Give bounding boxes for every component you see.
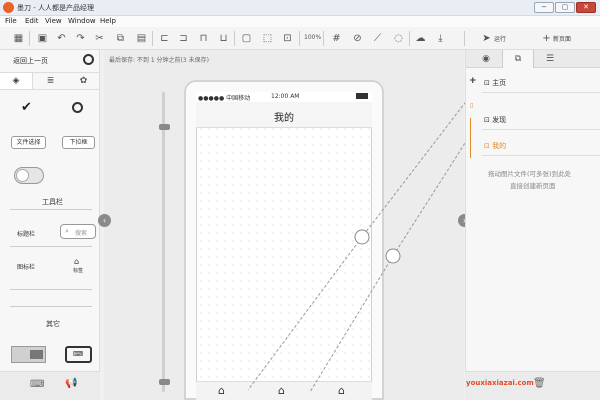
- page-marker-icon: ▯: [470, 102, 474, 109]
- page-item-mine[interactable]: ⊡ 我的: [484, 141, 506, 151]
- page-icon: ⊡: [484, 79, 493, 87]
- add-page-icon[interactable]: +: [469, 76, 477, 86]
- tab-pages-icon[interactable]: ⧉: [502, 50, 534, 68]
- pages-panel: [465, 50, 600, 371]
- active-indicator: [470, 118, 471, 158]
- link-line-home-tail: [247, 236, 363, 391]
- page-icon: ⊡: [484, 116, 493, 124]
- collapse-left-icon[interactable]: ‹: [98, 214, 111, 227]
- watermark: youxiaxiazai.com: [466, 379, 534, 387]
- tab-list-icon[interactable]: ☰: [534, 50, 566, 68]
- divider: [482, 129, 600, 130]
- page-icon: ⊡: [484, 142, 493, 150]
- divider: [482, 92, 600, 93]
- page-label: 主页: [492, 79, 507, 87]
- trash-icon[interactable]: 🗑: [533, 378, 546, 389]
- drop-hint-line2: 直接创建新页面: [510, 182, 556, 190]
- page-label: 发现: [492, 116, 507, 124]
- page-label: 我的: [492, 142, 507, 150]
- drop-hint-line1: 拖动图片文件(可多张)到此处: [488, 170, 572, 178]
- link-hotspot[interactable]: [385, 248, 401, 264]
- page-item-discover[interactable]: ⊡ 发现: [484, 115, 506, 125]
- divider: [482, 155, 600, 156]
- tab-target-icon[interactable]: ◉: [470, 50, 502, 68]
- link-hotspot[interactable]: [354, 229, 370, 245]
- link-line-discover-tail: [309, 255, 394, 393]
- app-window: 墨刀 - 人人都是产品经理 − ▢ ✕ File Edit View Windo…: [0, 0, 600, 400]
- page-item-home[interactable]: ⊡ 主页: [484, 78, 506, 88]
- pages-panel-tabs: ◉ ⧉ ☰: [466, 50, 600, 68]
